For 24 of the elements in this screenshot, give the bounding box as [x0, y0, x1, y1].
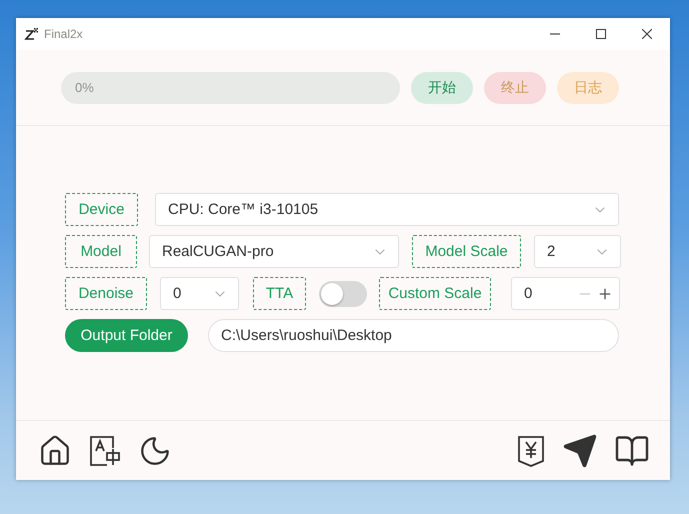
dropdown-select[interactable]: 2: [534, 235, 621, 268]
maximize-icon: [596, 29, 606, 39]
paper-plane-icon[interactable]: [562, 432, 598, 468]
setting-label: Model: [65, 235, 137, 268]
app-logo-icon: [24, 27, 38, 41]
setting-label: Denoise: [65, 277, 147, 310]
number-input[interactable]: 0: [511, 277, 620, 310]
window-title: Final2x: [44, 27, 84, 41]
dropdown-select[interactable]: RealCUGAN-pro: [149, 235, 399, 268]
path-field[interactable]: C:\Users\ruoshui\Desktop: [208, 319, 619, 352]
yen-icon[interactable]: [516, 434, 546, 468]
close-icon: [642, 29, 652, 39]
start-button[interactable]: 开始: [411, 72, 473, 104]
dropdown-select[interactable]: 0: [160, 277, 239, 310]
setting-label: TTA: [253, 277, 306, 310]
translate-icon[interactable]: [88, 434, 122, 468]
dropdown-select[interactable]: CPU: Core™ i3-10105: [155, 193, 619, 226]
plus-icon[interactable]: [597, 286, 613, 302]
progress-text: 0%: [75, 80, 94, 95]
home-icon[interactable]: [38, 434, 72, 468]
setting-label: Device: [65, 193, 138, 226]
setting-label: Model Scale: [412, 235, 521, 268]
toggle-switch[interactable]: [319, 280, 367, 306]
setting-label: Custom Scale: [379, 277, 491, 310]
